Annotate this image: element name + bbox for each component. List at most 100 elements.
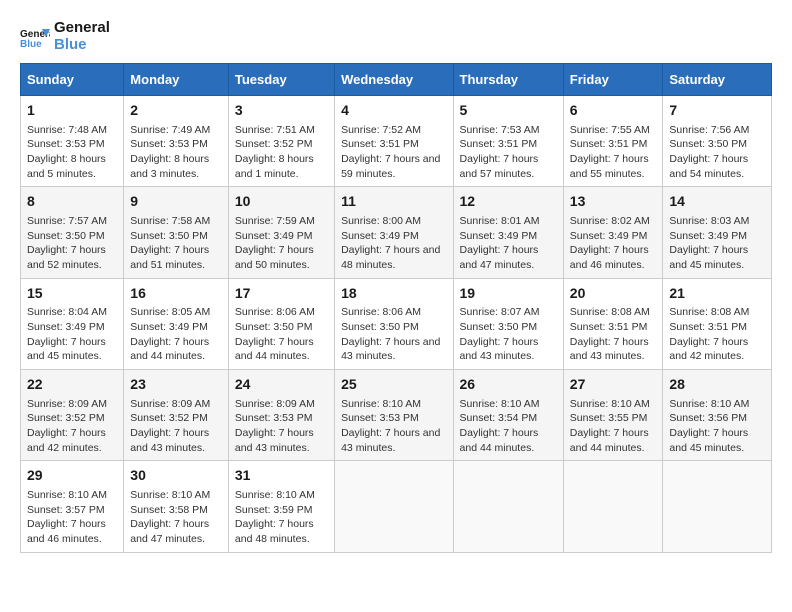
sunset-text: Sunset: 3:50 PM [341, 321, 419, 333]
daylight-text: Daylight: 7 hours and 46 minutes. [570, 244, 649, 271]
day-number: 9 [130, 192, 222, 212]
sunset-text: Sunset: 3:53 PM [341, 412, 419, 424]
sunset-text: Sunset: 3:50 PM [669, 138, 747, 150]
day-number: 16 [130, 284, 222, 304]
sunset-text: Sunset: 3:51 PM [570, 321, 648, 333]
day-number: 15 [27, 284, 117, 304]
day-cell: 23Sunrise: 8:09 AMSunset: 3:52 PMDayligh… [124, 370, 229, 461]
day-number: 18 [341, 284, 446, 304]
day-cell: 13 Sunrise: 8:02 AM Sunset: 3:49 PM Dayligh… [563, 187, 663, 278]
day-cell: 5Sunrise: 7:53 AMSunset: 3:51 PMDaylight… [453, 96, 563, 187]
day-number: 5 [460, 101, 557, 121]
day-header-tuesday: Tuesday [228, 64, 334, 96]
sunset-text: Sunset: 3:53 PM [27, 138, 105, 150]
sunrise-text: Sunrise: 7:57 AM [27, 215, 107, 227]
day-cell: 1Sunrise: 7:48 AMSunset: 3:53 PMDaylight… [21, 96, 124, 187]
day-number: 2 [130, 101, 222, 121]
daylight-text: Daylight: 7 hours and 43 minutes. [235, 427, 314, 454]
day-cell: 12Sunrise: 8:01 AMSunset: 3:49 PMDayligh… [453, 187, 563, 278]
daylight-text: Daylight: 7 hours and 47 minutes. [130, 518, 209, 545]
day-number: 4 [341, 101, 446, 121]
sunset-text: Sunset: 3:52 PM [130, 412, 208, 424]
sunrise-text: Sunrise: 8:10 AM [235, 489, 315, 501]
day-header-wednesday: Wednesday [335, 64, 453, 96]
daylight-text: Daylight: 7 hours and 44 minutes. [460, 427, 539, 454]
day-cell: 18Sunrise: 8:06 AMSunset: 3:50 PMDayligh… [335, 278, 453, 369]
sunrise-text: Sunrise: 8:04 AM [27, 306, 107, 318]
week-row-5: 29 Sunrise: 8:10 AM Sunset: 3:57 PM Dayligh… [21, 461, 772, 552]
day-number: 23 [130, 375, 222, 395]
day-number: 8 [27, 192, 117, 212]
sunset-text: Sunset: 3:49 PM [130, 321, 208, 333]
daylight-text: Daylight: 7 hours and 59 minutes. [341, 153, 440, 180]
day-number: 13 [570, 192, 657, 212]
logo-icon: General Blue [20, 25, 50, 49]
day-cell: 20Sunrise: 8:08 AMSunset: 3:51 PMDayligh… [563, 278, 663, 369]
week-row-4: 22Sunrise: 8:09 AMSunset: 3:52 PMDayligh… [21, 370, 772, 461]
sunset-text: Sunset: 3:57 PM [27, 504, 105, 516]
sunset-text: Sunset: 3:55 PM [570, 412, 648, 424]
daylight-text: Daylight: 7 hours and 48 minutes. [235, 518, 314, 545]
sunset-text: Sunset: 3:50 PM [27, 230, 105, 242]
sunset-text: Sunset: 3:51 PM [570, 138, 648, 150]
day-number: 14 [669, 192, 765, 212]
sunrise-text: Sunrise: 8:10 AM [570, 398, 650, 410]
day-cell [453, 461, 563, 552]
day-cell: 15Sunrise: 8:04 AMSunset: 3:49 PMDayligh… [21, 278, 124, 369]
day-cell: 19Sunrise: 8:07 AMSunset: 3:50 PMDayligh… [453, 278, 563, 369]
daylight-text: Daylight: 7 hours and 43 minutes. [460, 336, 539, 363]
sunrise-text: Sunrise: 8:06 AM [235, 306, 315, 318]
week-row-2: 8 Sunrise: 7:57 AM Sunset: 3:50 PM Daylight… [21, 187, 772, 278]
day-number: 10 [235, 192, 328, 212]
sunset-text: Sunset: 3:59 PM [235, 504, 313, 516]
sunrise-text: Sunrise: 8:09 AM [27, 398, 107, 410]
sunrise-text: Sunrise: 8:03 AM [669, 215, 749, 227]
sunrise-text: Sunrise: 8:09 AM [235, 398, 315, 410]
sunrise-text: Sunrise: 7:52 AM [341, 124, 421, 136]
daylight-text: Daylight: 7 hours and 47 minutes. [460, 244, 539, 271]
day-cell: 14Sunrise: 8:03 AMSunset: 3:49 PMDayligh… [663, 187, 772, 278]
day-cell: 27Sunrise: 8:10 AMSunset: 3:55 PMDayligh… [563, 370, 663, 461]
day-number: 3 [235, 101, 328, 121]
sunset-text: Sunset: 3:49 PM [570, 230, 648, 242]
day-cell: 11Sunrise: 8:00 AMSunset: 3:49 PMDayligh… [335, 187, 453, 278]
sunset-text: Sunset: 3:49 PM [669, 230, 747, 242]
sunrise-text: Sunrise: 7:49 AM [130, 124, 210, 136]
daylight-text: Daylight: 7 hours and 44 minutes. [235, 336, 314, 363]
calendar-table: SundayMondayTuesdayWednesdayThursdayFrid… [20, 63, 772, 553]
sunrise-text: Sunrise: 8:10 AM [341, 398, 421, 410]
sunset-text: Sunset: 3:50 PM [130, 230, 208, 242]
sunrise-text: Sunrise: 7:55 AM [570, 124, 650, 136]
sunset-text: Sunset: 3:56 PM [669, 412, 747, 424]
day-cell [663, 461, 772, 552]
svg-text:Blue: Blue [20, 39, 42, 49]
day-header-monday: Monday [124, 64, 229, 96]
daylight-text: Daylight: 7 hours and 50 minutes. [235, 244, 314, 271]
day-number: 19 [460, 284, 557, 304]
sunrise-text: Sunrise: 8:02 AM [570, 215, 650, 227]
day-number: 24 [235, 375, 328, 395]
sunrise-text: Sunrise: 8:01 AM [460, 215, 540, 227]
day-number: 29 [27, 466, 117, 486]
day-header-saturday: Saturday [663, 64, 772, 96]
day-cell [335, 461, 453, 552]
sunset-text: Sunset: 3:49 PM [341, 230, 419, 242]
daylight-text: Daylight: 8 hours and 5 minutes. [27, 153, 106, 180]
day-number: 12 [460, 192, 557, 212]
day-number: 31 [235, 466, 328, 486]
sunrise-text: Sunrise: 8:08 AM [669, 306, 749, 318]
day-cell: 16Sunrise: 8:05 AMSunset: 3:49 PMDayligh… [124, 278, 229, 369]
daylight-text: Daylight: 7 hours and 44 minutes. [570, 427, 649, 454]
day-cell: 6Sunrise: 7:55 AMSunset: 3:51 PMDaylight… [563, 96, 663, 187]
daylight-text: Daylight: 7 hours and 52 minutes. [27, 244, 106, 271]
sunrise-text: Sunrise: 7:53 AM [460, 124, 540, 136]
daylight-text: Daylight: 7 hours and 48 minutes. [341, 244, 440, 271]
sunrise-text: Sunrise: 8:10 AM [669, 398, 749, 410]
day-cell: 3Sunrise: 7:51 AMSunset: 3:52 PMDaylight… [228, 96, 334, 187]
sunrise-text: Sunrise: 7:56 AM [669, 124, 749, 136]
sunset-text: Sunset: 3:51 PM [460, 138, 538, 150]
day-cell: 2Sunrise: 7:49 AMSunset: 3:53 PMDaylight… [124, 96, 229, 187]
daylight-text: Daylight: 7 hours and 44 minutes. [130, 336, 209, 363]
daylight-text: Daylight: 8 hours and 3 minutes. [130, 153, 209, 180]
day-number: 20 [570, 284, 657, 304]
